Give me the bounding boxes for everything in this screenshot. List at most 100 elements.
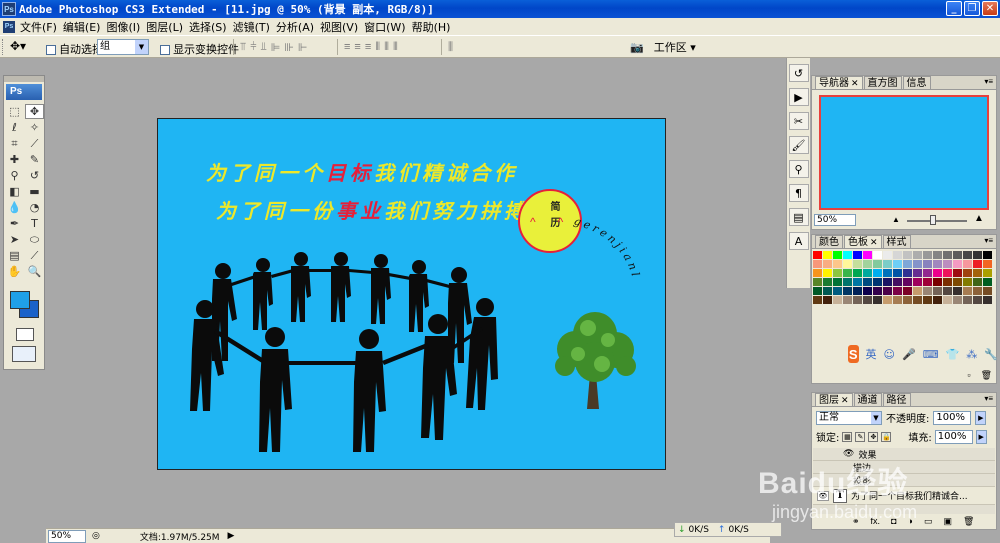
distribute-top-icon[interactable]: ≡ — [344, 41, 350, 54]
tab-channels[interactable]: 通道 — [853, 393, 882, 406]
tool-presets-icon[interactable]: ✂ — [788, 112, 809, 130]
color-swatch[interactable] — [933, 278, 942, 286]
zoom-in-icon[interactable]: ▲ — [974, 213, 984, 224]
brushes-panel-icon[interactable]: 🖌 — [788, 136, 809, 154]
marquee-tool-icon[interactable]: ⬚ — [5, 104, 24, 119]
screen-mode-icon[interactable] — [12, 346, 36, 362]
hand-tool-icon[interactable]: ✋ — [5, 264, 24, 279]
crop-tool-icon[interactable]: ⌗ — [5, 136, 24, 151]
color-swatch[interactable] — [923, 260, 932, 268]
auto-align-button[interactable]: ⫼ — [448, 41, 453, 54]
color-swatch[interactable] — [843, 269, 852, 277]
color-swatch[interactable] — [973, 296, 982, 304]
color-swatch[interactable] — [843, 260, 852, 268]
color-swatch[interactable] — [833, 296, 842, 304]
color-swatch[interactable] — [923, 251, 932, 259]
color-swatch[interactable] — [973, 269, 982, 277]
panel-menu-icon[interactable]: ▾≡ — [984, 77, 993, 86]
color-swatch[interactable] — [833, 269, 842, 277]
color-swatch[interactable] — [933, 251, 942, 259]
tab-styles[interactable]: 样式 — [882, 235, 911, 248]
color-swatch[interactable] — [933, 287, 942, 295]
quick-mask-icon[interactable] — [16, 328, 34, 341]
color-swatch[interactable] — [973, 251, 982, 259]
grid-icon[interactable]: ⁂ — [966, 348, 977, 361]
menu-analysis[interactable]: 分析(A) — [276, 19, 320, 35]
menu-file[interactable]: 文件(F) — [20, 19, 63, 35]
color-swatch[interactable] — [863, 278, 872, 286]
color-swatch[interactable] — [883, 251, 892, 259]
color-swatch[interactable] — [943, 278, 952, 286]
color-swatch[interactable] — [863, 251, 872, 259]
restore-button[interactable]: ❐ — [964, 1, 980, 16]
panel-menu-icon[interactable]: ▾≡ — [984, 236, 993, 245]
toolbox-logo[interactable]: Ps — [6, 84, 42, 100]
sogou-ime-icon[interactable]: S — [848, 345, 859, 363]
color-swatch[interactable] — [973, 287, 982, 295]
color-swatch[interactable] — [873, 278, 882, 286]
auto-select-checkbox[interactable] — [46, 45, 56, 56]
color-swatch[interactable] — [883, 278, 892, 286]
color-swatch[interactable] — [823, 269, 832, 277]
color-swatch[interactable] — [853, 269, 862, 277]
color-swatch[interactable] — [923, 296, 932, 304]
align-left-icon[interactable]: ⊫ — [271, 41, 281, 54]
menu-filter[interactable]: 滤镜(T) — [233, 19, 276, 35]
show-transform-option[interactable]: 显示变换控件 — [160, 41, 239, 57]
notes-tool-icon[interactable]: ▤ — [5, 248, 24, 263]
layer-comps-icon[interactable]: ▤ — [788, 208, 809, 226]
wrench-icon[interactable]: 🔧 — [984, 348, 998, 361]
color-swatch[interactable] — [883, 260, 892, 268]
document-canvas[interactable]: 为了同一个目标我们精诚合作 为了同一份事业我们努力拼搏 简历 ^^ gerenj… — [157, 118, 666, 470]
color-swatch[interactable] — [833, 251, 842, 259]
smiley-icon[interactable]: ☺ — [884, 348, 895, 361]
color-swatch[interactable] — [863, 287, 872, 295]
color-swatch[interactable] — [813, 251, 822, 259]
color-swatch[interactable] — [893, 269, 902, 277]
align-bottom-icon[interactable]: ⫫ — [261, 41, 267, 54]
color-swatch[interactable] — [823, 251, 832, 259]
color-swatch[interactable] — [893, 278, 902, 286]
blend-mode-select[interactable]: 正常 ▼ — [816, 410, 882, 425]
color-swatch[interactable] — [913, 287, 922, 295]
lock-position-icon[interactable]: ✥ — [868, 431, 879, 442]
actions-panel-icon[interactable]: ▶ — [788, 88, 809, 106]
clone-source-icon[interactable]: ⚲ — [788, 160, 809, 178]
color-swatch[interactable] — [893, 260, 902, 268]
skin-icon[interactable]: 👕 — [946, 348, 960, 361]
distribute-hcenter-icon[interactable]: ⦀ — [384, 41, 389, 54]
color-swatch[interactable] — [863, 269, 872, 277]
pen-tool-icon[interactable]: ✒ — [5, 216, 24, 231]
color-swatch[interactable] — [863, 296, 872, 304]
distribute-vcenter-icon[interactable]: ≡ — [354, 41, 360, 54]
color-swatch[interactable] — [953, 278, 962, 286]
tab-layers[interactable]: 图层 ✕ — [815, 393, 853, 406]
lock-all-icon[interactable]: 🔒 — [881, 431, 892, 442]
close-icon[interactable]: ✕ — [870, 238, 878, 248]
distribute-right-icon[interactable]: ⦀ — [393, 41, 398, 54]
foreground-color-swatch[interactable] — [10, 291, 30, 309]
color-swatch[interactable] — [903, 296, 912, 304]
color-swatch[interactable] — [963, 296, 972, 304]
menu-window[interactable]: 窗口(W) — [364, 19, 411, 35]
color-swatch[interactable] — [903, 251, 912, 259]
color-swatch[interactable] — [983, 251, 992, 259]
color-swatch[interactable] — [903, 260, 912, 268]
color-swatch[interactable] — [963, 251, 972, 259]
color-swatch[interactable] — [813, 278, 822, 286]
menu-edit[interactable]: 编辑(E) — [63, 19, 107, 35]
tab-histogram[interactable]: 直方图 — [863, 76, 902, 89]
color-swatch[interactable] — [953, 251, 962, 259]
menu-view[interactable]: 视图(V) — [320, 19, 364, 35]
fill-field[interactable]: 100% — [934, 429, 973, 444]
navigator-zoom-field[interactable]: 50% — [814, 214, 856, 226]
microphone-icon[interactable]: 🎤 — [902, 348, 916, 361]
color-swatch[interactable] — [983, 260, 992, 268]
magic-wand-tool-icon[interactable]: ✧ — [25, 120, 44, 135]
move-tool-icon[interactable]: ✥ — [25, 104, 44, 119]
gradient-tool-icon[interactable]: ▬ — [25, 184, 44, 199]
color-swatch[interactable] — [903, 287, 912, 295]
color-swatch[interactable] — [943, 269, 952, 277]
close-icon[interactable]: ✕ — [841, 396, 849, 406]
navigator-thumbnail[interactable] — [819, 95, 989, 210]
